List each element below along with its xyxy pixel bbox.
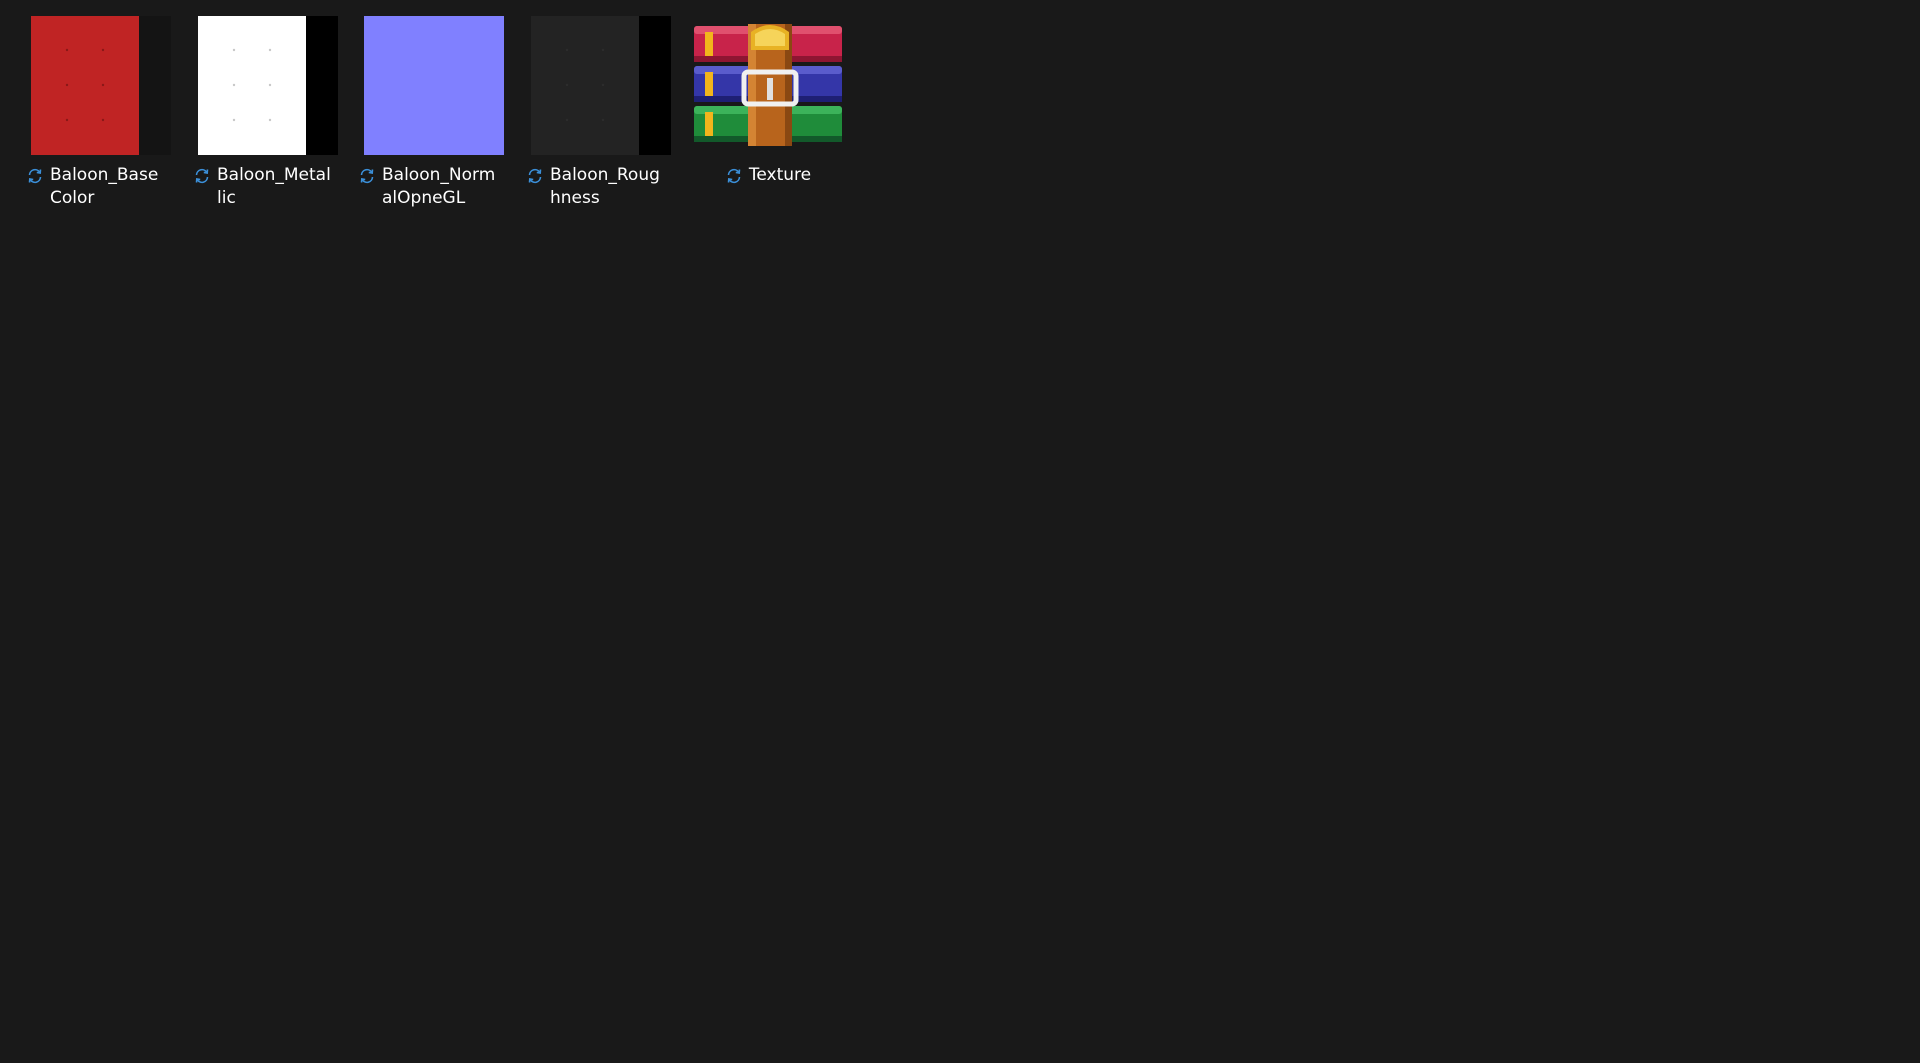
file-item-baloon-metallic[interactable]: Baloon_Metallic — [193, 14, 343, 214]
sync-pending-icon — [360, 168, 374, 184]
file-item-baloon-roughness[interactable]: Baloon_Roughness — [526, 14, 676, 214]
file-name-label: Baloon_NormalOpneGL — [382, 165, 496, 208]
sync-pending-icon — [528, 168, 542, 184]
file-name-label: Baloon_Roughness — [550, 165, 660, 208]
file-name-label: Baloon_BaseColor — [50, 165, 159, 208]
file-name-row: Texture — [693, 164, 843, 187]
file-name-row: Baloon_NormalOpneGL — [358, 164, 508, 210]
file-item-texture-archive[interactable]: Texture — [693, 14, 843, 214]
file-name-label: Baloon_Metallic — [217, 165, 331, 208]
file-name-label: Texture — [748, 165, 812, 185]
file-explorer-view: Baloon_BaseColor Baloon_Metallic Baloon_… — [0, 0, 1920, 1063]
sync-pending-icon — [195, 168, 209, 184]
file-name-row: Baloon_Metallic — [193, 164, 343, 210]
file-item-baloon-normalopnegl[interactable]: Baloon_NormalOpneGL — [358, 14, 508, 214]
sync-pending-icon — [28, 168, 42, 184]
roughness-thumbnail — [531, 16, 671, 155]
sync-pending-icon — [727, 168, 741, 184]
normal-thumbnail — [364, 16, 504, 155]
metallic-thumbnail — [198, 16, 338, 155]
basecolor-thumbnail — [31, 16, 171, 155]
file-name-row: Baloon_Roughness — [526, 164, 676, 210]
file-item-baloon-basecolor[interactable]: Baloon_BaseColor — [26, 14, 176, 214]
file-name-row: Baloon_BaseColor — [26, 164, 176, 210]
winrar-archive-icon — [693, 16, 843, 155]
